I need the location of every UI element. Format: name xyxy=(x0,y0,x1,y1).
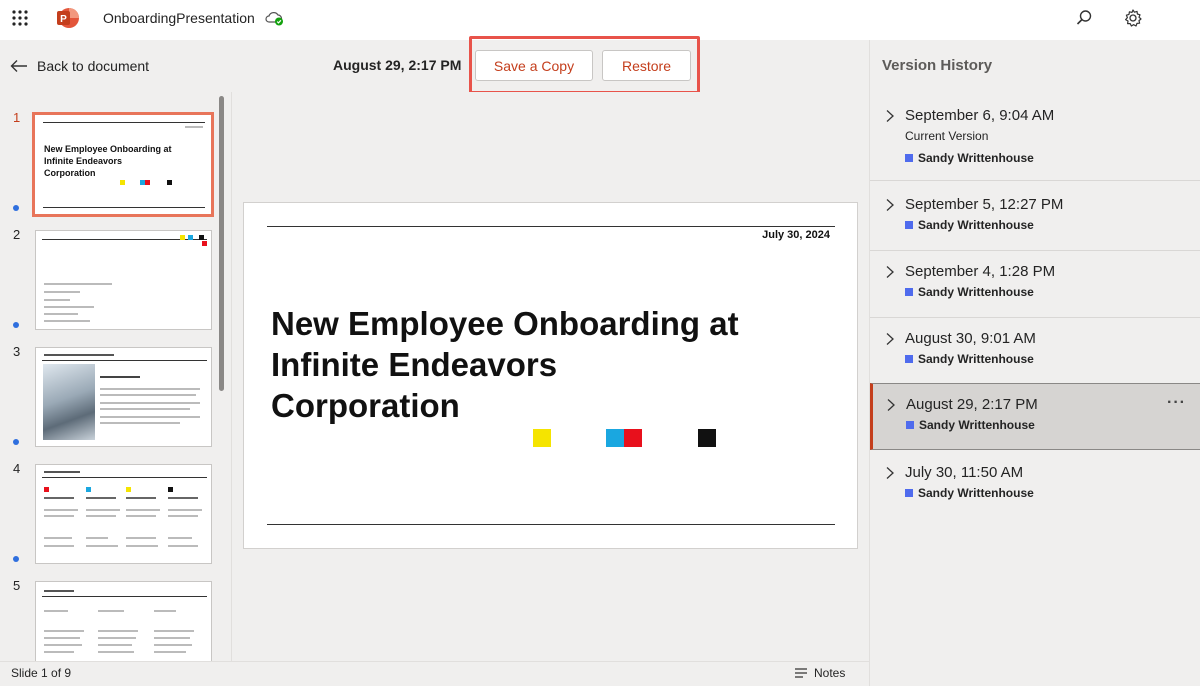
comment-dot-icon xyxy=(13,439,19,445)
version-date: August 29, 2:17 PM xyxy=(906,396,1038,413)
thumbnail-row-1: 1 New Employee Onboarding at Infinite En… xyxy=(0,110,231,227)
author-name: Sandy Writtenhouse xyxy=(918,352,1034,366)
version-item[interactable]: September 4, 1:28 PM Sandy Writtenhouse xyxy=(870,251,1200,318)
author-color-swatch xyxy=(905,489,913,497)
app-launcher-icon[interactable] xyxy=(12,10,28,26)
version-item[interactable]: September 6, 9:04 AM Current Version San… xyxy=(870,95,1200,181)
version-item[interactable]: September 5, 12:27 PM Sandy Writtenhouse xyxy=(870,184,1200,251)
author-color-swatch xyxy=(905,221,913,229)
version-date: September 6, 9:04 AM xyxy=(905,107,1055,124)
chevron-right-icon[interactable] xyxy=(885,332,895,346)
comment-dot-icon xyxy=(13,205,19,211)
main-area: Back to document August 29, 2:17 PM Save… xyxy=(0,36,869,686)
team-photo xyxy=(43,364,95,440)
version-history-panel: Version History September 6, 9:04 AM Cur… xyxy=(869,40,1200,686)
svg-text:P: P xyxy=(60,14,67,25)
document-title[interactable]: OnboardingPresentation xyxy=(103,10,255,26)
author-color-swatch xyxy=(905,154,913,162)
thumbnail-number: 2 xyxy=(13,227,21,242)
thumbnail-number: 4 xyxy=(13,461,21,476)
author-color-swatch xyxy=(905,288,913,296)
status-bar: Slide 1 of 9 Notes xyxy=(0,661,869,686)
search-icon[interactable] xyxy=(1075,9,1093,27)
arrow-left-icon xyxy=(10,60,27,72)
author-name: Sandy Writtenhouse xyxy=(918,218,1034,232)
notes-label: Notes xyxy=(814,666,846,680)
version-date: September 5, 12:27 PM xyxy=(905,196,1064,213)
chevron-right-icon[interactable] xyxy=(886,398,896,412)
comment-dot-icon xyxy=(13,322,19,328)
red-square xyxy=(624,429,642,447)
slide-thumbnail-3[interactable] xyxy=(35,347,212,447)
comment-dot-icon xyxy=(13,556,19,562)
thumbnails-scrollbar[interactable] xyxy=(219,96,224,391)
notes-button[interactable]: Notes xyxy=(794,666,845,680)
slide-counter: Slide 1 of 9 xyxy=(11,666,72,680)
version-author: Sandy Writtenhouse xyxy=(905,218,1034,232)
thumbnail-number: 5 xyxy=(13,578,21,593)
thumbnail-row-5: 5 xyxy=(0,578,231,661)
slide-thumbnails-pane[interactable]: 1 New Employee Onboarding at Infinite En… xyxy=(0,92,232,661)
powerpoint-logo-icon: P xyxy=(57,8,79,28)
cloud-saved-icon[interactable] xyxy=(264,10,284,26)
more-options-icon[interactable]: ··· xyxy=(1167,394,1186,412)
gear-icon[interactable] xyxy=(1123,8,1143,28)
slide-top-rule xyxy=(267,226,835,227)
author-name: Sandy Writtenhouse xyxy=(918,486,1034,500)
author-color-swatch xyxy=(905,355,913,363)
chevron-right-icon[interactable] xyxy=(885,198,895,212)
slide-title: New Employee Onboarding at Infinite Ende… xyxy=(271,305,739,424)
slide-thumbnail-2[interactable] xyxy=(35,230,212,330)
version-item-selected[interactable]: August 29, 2:17 PM ··· Sandy Writtenhous… xyxy=(870,383,1200,450)
thumbnail-title: New Employee Onboarding at Infinite Ende… xyxy=(44,144,172,178)
restore-button[interactable]: Restore xyxy=(602,50,691,81)
author-color-swatch xyxy=(906,421,914,429)
author-name: Sandy Writtenhouse xyxy=(918,285,1034,299)
back-to-document-label: Back to document xyxy=(37,58,150,74)
version-author: Sandy Writtenhouse xyxy=(905,285,1034,299)
yellow-square xyxy=(533,429,551,447)
slide-preview[interactable]: July 30, 2024 New Employee Onboarding at… xyxy=(243,202,858,549)
author-name: Sandy Writtenhouse xyxy=(918,151,1034,165)
slide-thumbnail-1[interactable]: New Employee Onboarding at Infinite Ende… xyxy=(32,112,214,217)
version-date: August 30, 9:01 AM xyxy=(905,330,1036,347)
version-item[interactable]: July 30, 11:50 AM Sandy Writtenhouse xyxy=(870,452,1200,518)
slide-date: July 30, 2024 xyxy=(762,229,830,241)
version-date: September 4, 1:28 PM xyxy=(905,263,1056,280)
version-author: Sandy Writtenhouse xyxy=(905,352,1034,366)
version-date: July 30, 11:50 AM xyxy=(905,464,1024,481)
thumbnail-row-3: 3 xyxy=(0,344,231,461)
title-bar: P OnboardingPresentation xyxy=(0,0,1200,36)
command-bar: Back to document August 29, 2:17 PM Save… xyxy=(0,36,869,94)
version-author: Sandy Writtenhouse xyxy=(905,151,1034,165)
author-name: Sandy Writtenhouse xyxy=(919,418,1035,432)
slide-bottom-rule xyxy=(267,524,835,525)
thumbnail-number: 3 xyxy=(13,344,21,359)
thumbnail-number: 1 xyxy=(13,110,21,125)
chevron-right-icon[interactable] xyxy=(885,109,895,123)
chevron-right-icon[interactable] xyxy=(885,265,895,279)
chevron-right-icon[interactable] xyxy=(885,466,895,480)
slide-thumbnail-5[interactable] xyxy=(35,581,212,661)
save-a-copy-button[interactable]: Save a Copy xyxy=(475,50,593,81)
version-item[interactable]: August 30, 9:01 AM Sandy Writtenhouse xyxy=(870,318,1200,384)
thumbnail-row-4: 4 xyxy=(0,461,231,578)
version-status: Current Version xyxy=(905,129,989,143)
notes-icon xyxy=(795,668,807,678)
thumbnail-row-2: 2 xyxy=(0,227,231,344)
blue-square xyxy=(606,429,624,447)
version-author: Sandy Writtenhouse xyxy=(905,486,1034,500)
back-to-document-button[interactable]: Back to document xyxy=(10,54,149,78)
viewing-version-date: August 29, 2:17 PM xyxy=(333,57,462,73)
version-author: Sandy Writtenhouse xyxy=(906,418,1035,432)
black-square xyxy=(698,429,716,447)
slide-canvas: July 30, 2024 New Employee Onboarding at… xyxy=(232,92,869,661)
slide-thumbnail-4[interactable] xyxy=(35,464,212,564)
version-history-title: Version History xyxy=(882,57,993,74)
